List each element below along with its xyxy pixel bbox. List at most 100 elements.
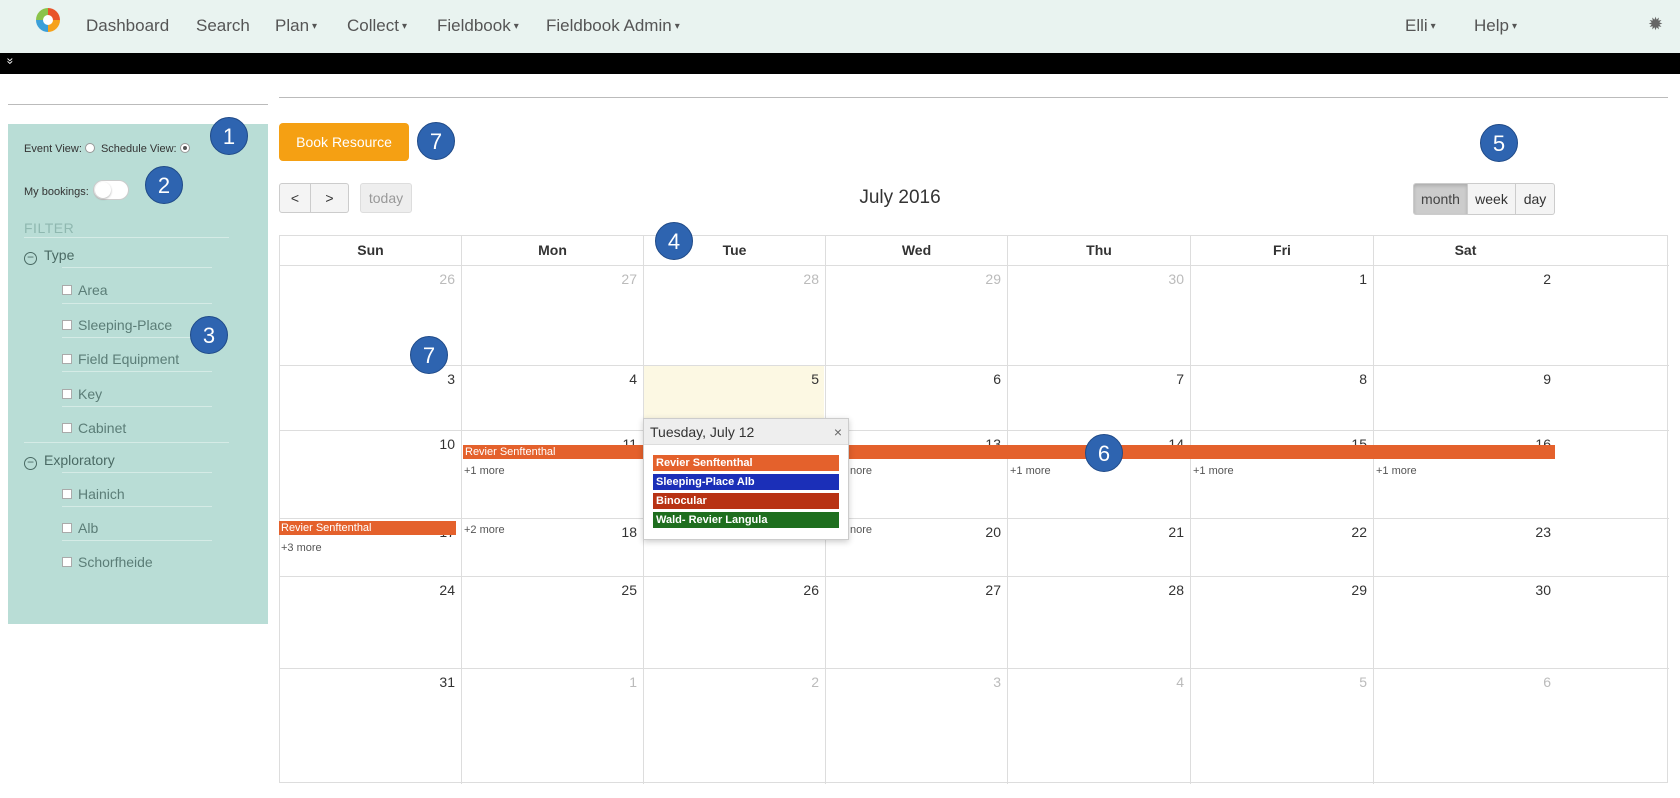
collapse-icon[interactable]: − <box>24 251 37 265</box>
my-bookings-label: My bookings: <box>24 186 89 198</box>
event-bar[interactable]: Revier Senftenthal <box>463 445 1555 459</box>
day-number[interactable]: 2 <box>1521 271 1551 287</box>
more-link[interactable]: +1 more <box>464 465 505 477</box>
more-link[interactable]: +3 more <box>281 542 322 554</box>
day-number[interactable]: 21 <box>1154 524 1184 540</box>
filter-item-field-equipment[interactable]: Field Equipment <box>62 351 179 367</box>
event-bar[interactable]: Revier Senftenthal <box>279 521 456 535</box>
day-number[interactable]: 26 <box>789 582 819 598</box>
month-view-button[interactable]: month <box>1413 183 1468 215</box>
day-number[interactable]: 22 <box>1337 524 1367 540</box>
filter-item-area[interactable]: Area <box>62 282 108 298</box>
popover-event[interactable]: Wald- Revier Langula <box>653 512 839 528</box>
chevron-down-icon: ▾ <box>312 21 318 32</box>
double-chevron-down-icon[interactable]: » <box>3 58 17 65</box>
callout-badge: 6 <box>1085 434 1123 472</box>
day-number[interactable]: 5 <box>1337 674 1367 690</box>
day-number[interactable]: 27 <box>607 271 637 287</box>
day-number[interactable]: 3 <box>971 674 1001 690</box>
more-link[interactable]: +1 more <box>1193 465 1234 477</box>
more-link[interactable]: +2 more <box>464 524 505 536</box>
gear-icon[interactable]: ✹ <box>1648 14 1663 35</box>
grid-line <box>280 576 1669 577</box>
popover-event[interactable]: Sleeping-Place Alb <box>653 474 839 490</box>
nav-fieldbook-admin[interactable]: Fieldbook Admin ▾ <box>546 16 680 36</box>
day-number[interactable]: 10 <box>425 436 455 452</box>
day-number[interactable]: 5 <box>789 371 819 387</box>
today-button[interactable]: today <box>360 183 412 213</box>
callout-badge: 7 <box>417 122 455 160</box>
book-resource-button[interactable]: Book Resource <box>279 123 409 161</box>
filter-item-hainich[interactable]: Hainich <box>62 486 125 502</box>
filter-item-schorfheide[interactable]: Schorfheide <box>62 554 153 570</box>
more-link[interactable]: nore <box>850 524 872 536</box>
week-view-button[interactable]: week <box>1468 183 1516 215</box>
filter-item-sleeping-place[interactable]: Sleeping-Place <box>62 317 172 333</box>
checkbox[interactable] <box>62 389 72 399</box>
my-bookings-toggle[interactable] <box>92 180 129 200</box>
filter-group-exploratory[interactable]: − Exploratory <box>24 452 115 470</box>
day-number[interactable]: 6 <box>1521 674 1551 690</box>
filter-item-alb[interactable]: Alb <box>62 520 98 536</box>
day-number[interactable]: 23 <box>1521 524 1551 540</box>
day-number[interactable]: 4 <box>1154 674 1184 690</box>
checkbox[interactable] <box>62 423 72 433</box>
day-number[interactable]: 2 <box>789 674 819 690</box>
divider <box>62 506 212 507</box>
filter-item-cabinet[interactable]: Cabinet <box>62 420 126 436</box>
event-view-radio[interactable] <box>84 143 95 153</box>
day-number[interactable]: 28 <box>789 271 819 287</box>
next-button[interactable]: > <box>311 183 349 213</box>
nav-plan[interactable]: Plan ▾ <box>275 16 317 36</box>
day-number[interactable]: 29 <box>1337 582 1367 598</box>
day-number[interactable]: 8 <box>1337 371 1367 387</box>
checkbox[interactable] <box>62 557 72 567</box>
checkbox[interactable] <box>62 523 72 533</box>
day-number[interactable]: 30 <box>1154 271 1184 287</box>
day-number[interactable]: 18 <box>607 524 637 540</box>
nav-search[interactable]: Search <box>196 16 250 36</box>
day-number[interactable]: 9 <box>1521 371 1551 387</box>
popover-event[interactable]: Revier Senftenthal <box>653 455 839 471</box>
day-number[interactable]: 29 <box>971 271 1001 287</box>
day-number[interactable]: 4 <box>607 371 637 387</box>
nav-fieldbook[interactable]: Fieldbook ▾ <box>437 16 519 36</box>
day-number[interactable]: 26 <box>425 271 455 287</box>
more-link[interactable]: nore <box>850 465 872 477</box>
day-number[interactable]: 1 <box>1337 271 1367 287</box>
callout-badge: 5 <box>1480 124 1518 162</box>
collapse-icon[interactable]: − <box>24 456 37 470</box>
day-number[interactable]: 28 <box>1154 582 1184 598</box>
day-view-button[interactable]: day <box>1516 183 1555 215</box>
checkbox[interactable] <box>62 354 72 364</box>
day-number[interactable]: 6 <box>971 371 1001 387</box>
day-of-week-header: Mon <box>461 236 643 265</box>
day-number[interactable]: 27 <box>971 582 1001 598</box>
checkbox[interactable] <box>62 285 72 295</box>
checkbox[interactable] <box>62 489 72 499</box>
checkbox[interactable] <box>62 320 72 330</box>
view-mode-selector: Event View: Schedule View: <box>24 143 193 155</box>
nav-dashboard[interactable]: Dashboard <box>86 16 169 36</box>
nav-collect[interactable]: Collect ▾ <box>347 16 407 36</box>
day-number[interactable]: 31 <box>425 674 455 690</box>
day-number[interactable]: 30 <box>1521 582 1551 598</box>
filter-group-type[interactable]: − Type <box>24 247 74 265</box>
close-icon[interactable]: × <box>834 419 842 445</box>
day-number[interactable]: 24 <box>425 582 455 598</box>
more-link[interactable]: +1 more <box>1376 465 1417 477</box>
day-number[interactable]: 7 <box>1154 371 1184 387</box>
day-number[interactable]: 1 <box>607 674 637 690</box>
popover-title: Tuesday, July 12 <box>650 424 755 440</box>
day-number[interactable]: 20 <box>971 524 1001 540</box>
prev-button[interactable]: < <box>279 183 311 213</box>
nav-user[interactable]: Elli ▾ <box>1405 16 1436 36</box>
day-number[interactable]: 25 <box>607 582 637 598</box>
nav-help[interactable]: Help ▾ <box>1474 16 1517 36</box>
more-link[interactable]: +1 more <box>1010 465 1051 477</box>
popover-event[interactable]: Binocular <box>653 493 839 509</box>
schedule-view-radio[interactable] <box>179 143 190 153</box>
app-logo[interactable] <box>36 8 60 32</box>
calendar-title: July 2016 <box>859 187 941 208</box>
filter-item-key[interactable]: Key <box>62 386 102 402</box>
